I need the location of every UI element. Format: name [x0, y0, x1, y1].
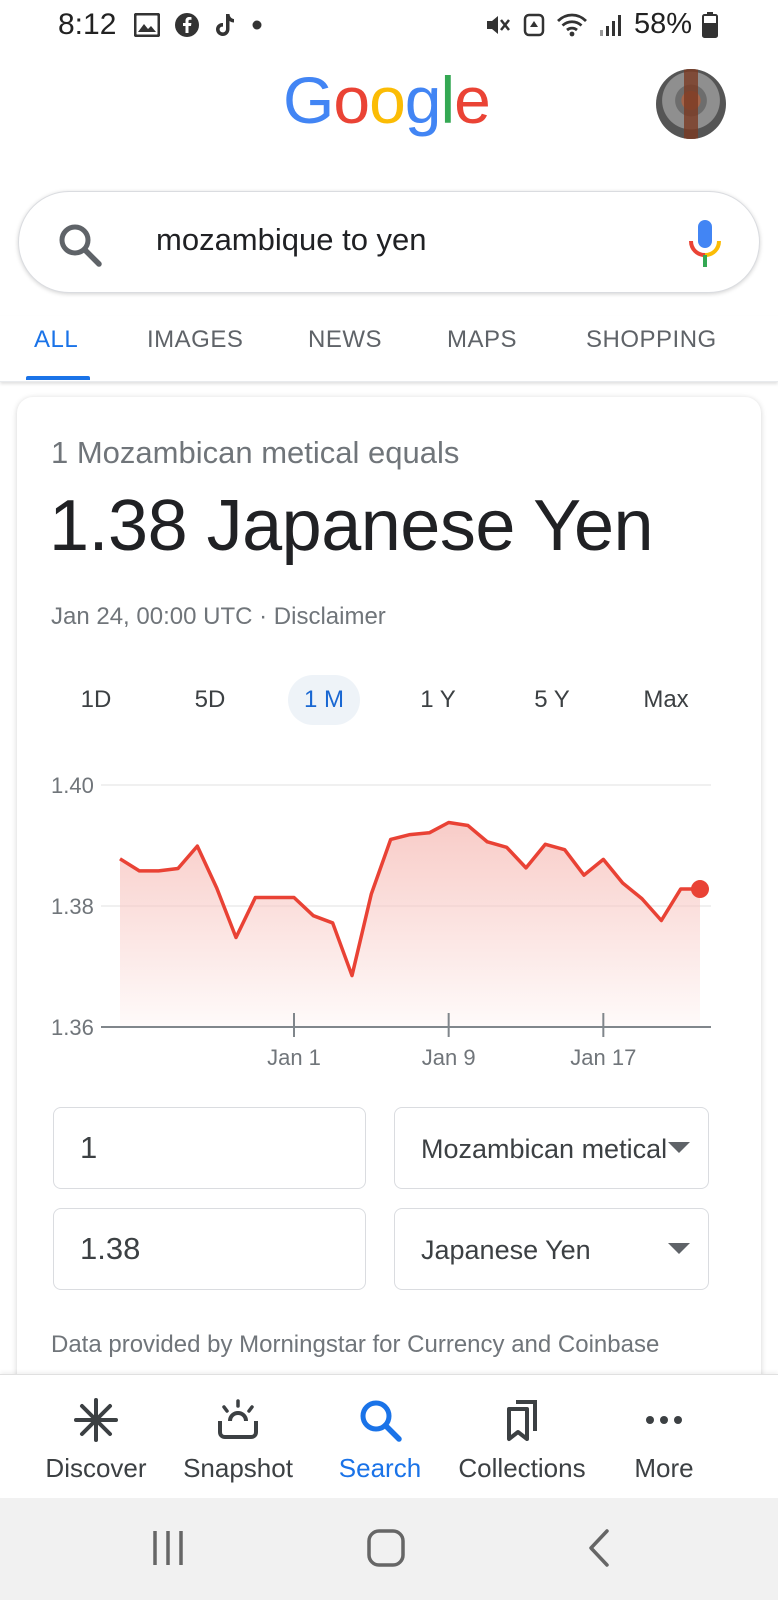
- from-amount-input[interactable]: [80, 1130, 340, 1166]
- chevron-down-icon: [668, 1142, 690, 1153]
- nav-search[interactable]: Search: [305, 1375, 455, 1499]
- range-button-5d[interactable]: 5D: [174, 675, 246, 725]
- logo-letter: e: [454, 63, 491, 137]
- account-avatar[interactable]: [656, 69, 726, 139]
- nav-label: Discover: [45, 1453, 147, 1483]
- logo-letter: g: [404, 63, 442, 137]
- tab-news[interactable]: NEWS: [308, 326, 382, 354]
- area-fill: [120, 822, 700, 1027]
- recent-apps-icon[interactable]: [150, 1528, 186, 1568]
- nav-label: Search: [338, 1453, 422, 1483]
- search-input[interactable]: [156, 222, 616, 258]
- collections-icon: [507, 1400, 537, 1441]
- y-tick-label: 1.36: [51, 1015, 94, 1040]
- back-icon[interactable]: [586, 1528, 612, 1568]
- status-bar: 8:12 58%: [0, 0, 778, 52]
- y-tick-label: 1.40: [51, 773, 94, 798]
- status-time: 8:12: [58, 8, 117, 41]
- signal-icon: [599, 14, 621, 36]
- tab-all[interactable]: ALL: [34, 326, 78, 354]
- range-button-1d[interactable]: 1D: [60, 675, 132, 725]
- system-navigation-bar: [0, 1498, 778, 1600]
- dot-icon: [252, 20, 262, 30]
- logo-letter: G: [283, 63, 334, 137]
- home-icon[interactable]: [366, 1528, 406, 1568]
- tab-maps[interactable]: MAPS: [447, 326, 517, 354]
- logo-letter: o: [369, 63, 406, 137]
- range-button-1m[interactable]: 1 M: [288, 675, 360, 725]
- currency-converter-card: 1 Mozambican metical equals 1.38 Japanes…: [17, 397, 761, 1397]
- nav-more[interactable]: More: [589, 1375, 739, 1499]
- range-button-max[interactable]: Max: [630, 675, 702, 725]
- chevron-down-icon: [668, 1243, 690, 1254]
- active-tab-indicator: [26, 376, 90, 380]
- nav-label: More: [634, 1453, 694, 1483]
- from-currency-select[interactable]: Mozambican metical: [394, 1107, 709, 1189]
- nav-collections[interactable]: Collections: [447, 1375, 597, 1499]
- equals-label: 1 Mozambican metical equals: [51, 435, 460, 470]
- data-provider-note: Data provided by Morningstar for Currenc…: [51, 1331, 660, 1358]
- facebook-icon: [175, 13, 199, 37]
- to-amount-input[interactable]: [80, 1231, 340, 1267]
- google-logo[interactable]: Google: [283, 62, 491, 138]
- from-amount-box: [53, 1107, 366, 1189]
- search-tabs: ALL IMAGES NEWS MAPS SHOPPING: [0, 316, 778, 382]
- tab-shopping[interactable]: SHOPPING: [586, 326, 717, 354]
- to-currency-value: Japanese Yen: [421, 1235, 591, 1265]
- search-icon: [360, 1400, 402, 1442]
- logo-letter: l: [440, 63, 456, 137]
- date-disclaimer[interactable]: Jan 24, 00:00 UTC · Disclaimer: [51, 603, 386, 631]
- nav-discover[interactable]: Discover: [21, 1375, 171, 1499]
- nav-label: Collections: [458, 1453, 586, 1483]
- logo-letter: o: [333, 63, 370, 137]
- exchange-rate-chart[interactable]: 1.40 1.38 1.36 Jan 1 Jan 9 Jan 17: [17, 757, 761, 1097]
- time-range-selector: 1D 5D 1 M 1 Y 5 Y Max: [17, 675, 761, 725]
- gallery-icon: [134, 13, 160, 37]
- search-icon[interactable]: [57, 222, 103, 268]
- recycle-icon: [523, 13, 545, 36]
- nav-label: Snapshot: [183, 1453, 293, 1483]
- bottom-navigation: Discover Snapshot Search Collections Mor…: [0, 1374, 778, 1498]
- mute-icon: [486, 15, 510, 34]
- discover-icon: [74, 1398, 118, 1442]
- x-tick-label: Jan 1: [267, 1045, 321, 1070]
- current-rate-marker: [691, 880, 709, 899]
- to-currency-select[interactable]: Japanese Yen: [394, 1208, 709, 1290]
- range-button-1y[interactable]: 1 Y: [402, 675, 474, 725]
- search-bar[interactable]: [18, 191, 760, 293]
- nav-snapshot[interactable]: Snapshot: [163, 1375, 313, 1499]
- tab-images[interactable]: IMAGES: [147, 326, 243, 354]
- y-tick-label: 1.38: [51, 894, 94, 919]
- tiktok-icon: [216, 14, 234, 36]
- conversion-result: 1.38 Japanese Yen: [49, 486, 654, 566]
- x-tick-label: Jan 9: [422, 1045, 476, 1070]
- range-button-5y[interactable]: 5 Y: [516, 675, 588, 725]
- wifi-icon: [556, 13, 587, 36]
- from-currency-value: Mozambican metical: [421, 1134, 668, 1164]
- to-amount-box: [53, 1208, 366, 1290]
- battery-icon: [702, 11, 718, 38]
- microphone-icon[interactable]: [687, 218, 723, 270]
- snapshot-icon: [218, 1399, 258, 1439]
- battery-percentage: 58%: [633, 8, 692, 40]
- more-icon: [646, 1416, 682, 1424]
- x-tick-label: Jan 17: [570, 1045, 636, 1070]
